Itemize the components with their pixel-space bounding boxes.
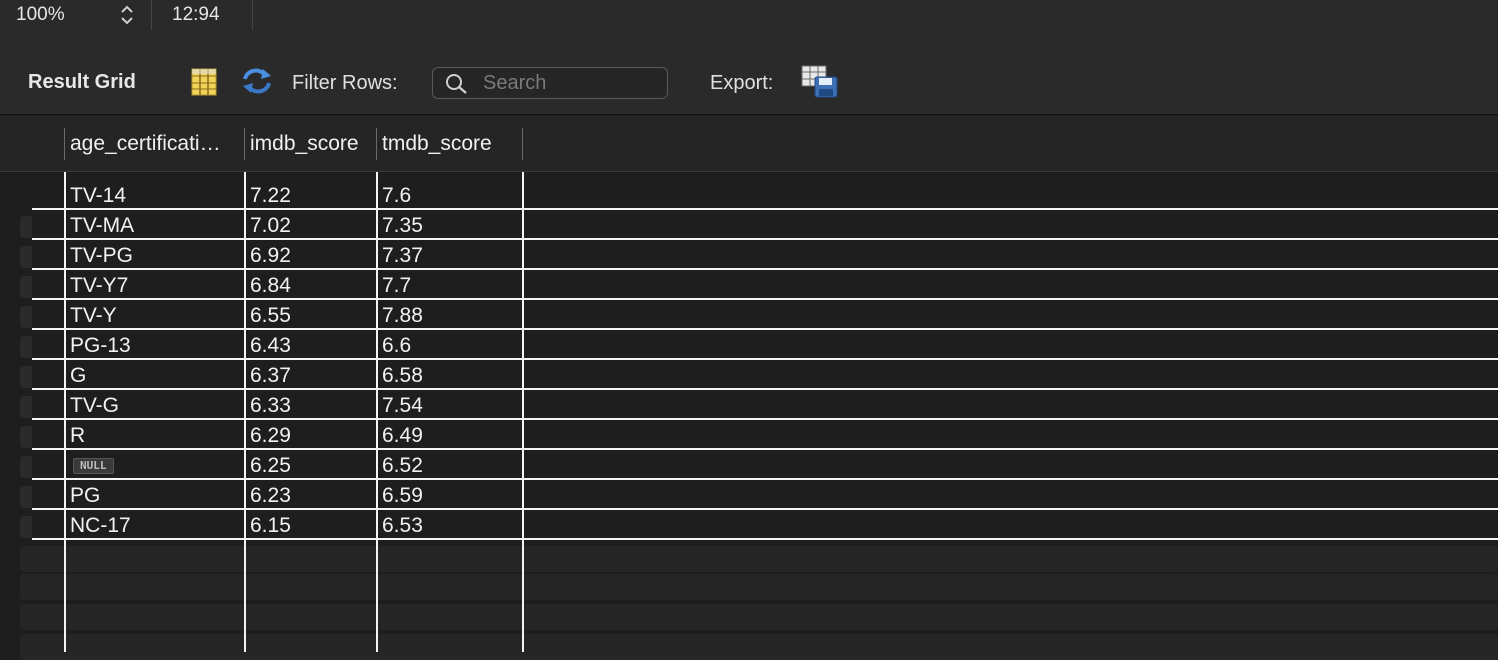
table-row[interactable]: G 6.37 6.58 xyxy=(32,360,1498,390)
cell-tmdb-score[interactable]: 6.53 xyxy=(382,514,423,538)
cursor-position: 12:94 xyxy=(172,4,220,25)
table-row[interactable]: PG-13 6.43 6.6 xyxy=(32,330,1498,360)
export-icon[interactable] xyxy=(801,65,839,104)
row-gutter xyxy=(20,516,32,538)
column-header-imdb-score[interactable]: imdb_score xyxy=(244,128,376,160)
table-row[interactable]: NULL 6.25 6.52 xyxy=(32,450,1498,480)
refresh-icon[interactable] xyxy=(241,67,273,100)
cell-age-certification[interactable]: TV-G xyxy=(70,394,119,418)
cell-age-certification[interactable]: TV-Y7 xyxy=(70,274,128,298)
cell-imdb-score[interactable]: 7.02 xyxy=(250,214,291,238)
search-icon xyxy=(446,74,467,94)
empty-row xyxy=(20,634,1498,660)
cell-tmdb-score[interactable]: 7.35 xyxy=(382,214,423,238)
cell-tmdb-score[interactable]: 6.6 xyxy=(382,334,411,358)
row-gutter xyxy=(20,216,32,238)
empty-row xyxy=(20,574,1498,600)
cell-age-certification[interactable]: PG-13 xyxy=(70,334,131,358)
column-header-tmdb-score[interactable]: tmdb_score xyxy=(376,128,522,160)
column-grid-line xyxy=(376,172,378,652)
table-row[interactable]: PG 6.23 6.59 xyxy=(32,480,1498,510)
status-divider xyxy=(252,0,253,30)
column-grid-line xyxy=(64,172,66,652)
cell-imdb-score[interactable]: 6.23 xyxy=(250,484,291,508)
table-row[interactable]: R 6.29 6.49 xyxy=(32,420,1498,450)
cell-age-certification[interactable]: R xyxy=(70,424,85,448)
cell-tmdb-score[interactable]: 7.88 xyxy=(382,304,423,328)
row-gutter xyxy=(20,306,32,328)
cell-imdb-score[interactable]: 6.29 xyxy=(250,424,291,448)
column-header-age-certification[interactable]: age_certificati… xyxy=(64,128,244,160)
table-row[interactable]: TV-Y7 6.84 7.7 xyxy=(32,270,1498,300)
table-row[interactable]: TV-Y 6.55 7.88 xyxy=(32,300,1498,330)
cell-imdb-score[interactable]: 6.15 xyxy=(250,514,291,538)
empty-row xyxy=(20,604,1498,630)
empty-row xyxy=(20,546,1498,572)
result-grid: age_certificati… imdb_score tmdb_score T… xyxy=(0,116,1498,660)
cell-tmdb-score[interactable]: 6.59 xyxy=(382,484,423,508)
result-grid-label: Result Grid xyxy=(28,71,136,93)
column-grid-line xyxy=(522,172,524,652)
cell-age-certification[interactable]: TV-Y xyxy=(70,304,117,328)
cell-tmdb-score[interactable]: 7.7 xyxy=(382,274,411,298)
cell-imdb-score[interactable]: 6.92 xyxy=(250,244,291,268)
zoom-level: 100% xyxy=(16,4,65,25)
cell-tmdb-score[interactable]: 7.37 xyxy=(382,244,423,268)
row-gutter xyxy=(20,456,32,478)
zoom-stepper-icon[interactable] xyxy=(118,3,136,27)
cell-imdb-score[interactable]: 6.84 xyxy=(250,274,291,298)
cell-age-certification[interactable]: NC-17 xyxy=(70,514,131,538)
cell-imdb-score[interactable]: 6.43 xyxy=(250,334,291,358)
row-gutter xyxy=(20,366,32,388)
row-gutter xyxy=(20,336,32,358)
cell-age-certification[interactable]: PG xyxy=(70,484,100,508)
grid-header: age_certificati… imdb_score tmdb_score xyxy=(0,116,1498,172)
cell-imdb-score[interactable]: 6.37 xyxy=(250,364,291,388)
table-row[interactable]: TV-PG 6.92 7.37 xyxy=(32,240,1498,270)
table-row[interactable]: TV-14 7.22 7.6 xyxy=(32,180,1498,210)
search-input[interactable] xyxy=(483,71,663,95)
cell-tmdb-score[interactable]: 7.6 xyxy=(382,184,411,208)
row-gutter xyxy=(20,276,32,298)
cell-age-certification[interactable]: G xyxy=(70,364,86,388)
cell-tmdb-score[interactable]: 6.49 xyxy=(382,424,423,448)
export-label: Export: xyxy=(710,72,774,94)
cell-imdb-score[interactable]: 6.33 xyxy=(250,394,291,418)
cell-imdb-score[interactable]: 6.25 xyxy=(250,454,291,478)
column-divider xyxy=(522,128,523,160)
table-row[interactable]: NC-17 6.15 6.53 xyxy=(32,510,1498,540)
cell-tmdb-score[interactable]: 7.54 xyxy=(382,394,423,418)
table-row[interactable]: TV-G 6.33 7.54 xyxy=(32,390,1498,420)
row-gutter xyxy=(20,396,32,418)
filter-search-box[interactable] xyxy=(432,67,668,99)
row-separator xyxy=(32,538,1498,540)
table-row[interactable]: TV-MA 7.02 7.35 xyxy=(32,210,1498,240)
status-divider xyxy=(151,0,152,30)
cell-age-certification[interactable]: TV-14 xyxy=(70,184,126,208)
result-toolbar: Result Grid Filter Rows: Export: xyxy=(0,30,1498,115)
row-gutter xyxy=(20,246,32,268)
row-gutter xyxy=(20,426,32,448)
cell-imdb-score[interactable]: 6.55 xyxy=(250,304,291,328)
status-bar: 100% 12:94 xyxy=(0,0,1498,30)
cell-age-certification[interactable]: TV-MA xyxy=(70,214,134,238)
cell-tmdb-score[interactable]: 6.52 xyxy=(382,454,423,478)
cell-tmdb-score[interactable]: 6.58 xyxy=(382,364,423,388)
column-grid-icon[interactable] xyxy=(191,68,217,101)
row-gutter xyxy=(20,486,32,508)
null-value-badge[interactable]: NULL xyxy=(73,458,114,474)
column-grid-line xyxy=(244,172,246,652)
filter-rows-label: Filter Rows: xyxy=(292,72,398,94)
cell-imdb-score[interactable]: 7.22 xyxy=(250,184,291,208)
cell-age-certification[interactable]: TV-PG xyxy=(70,244,133,268)
